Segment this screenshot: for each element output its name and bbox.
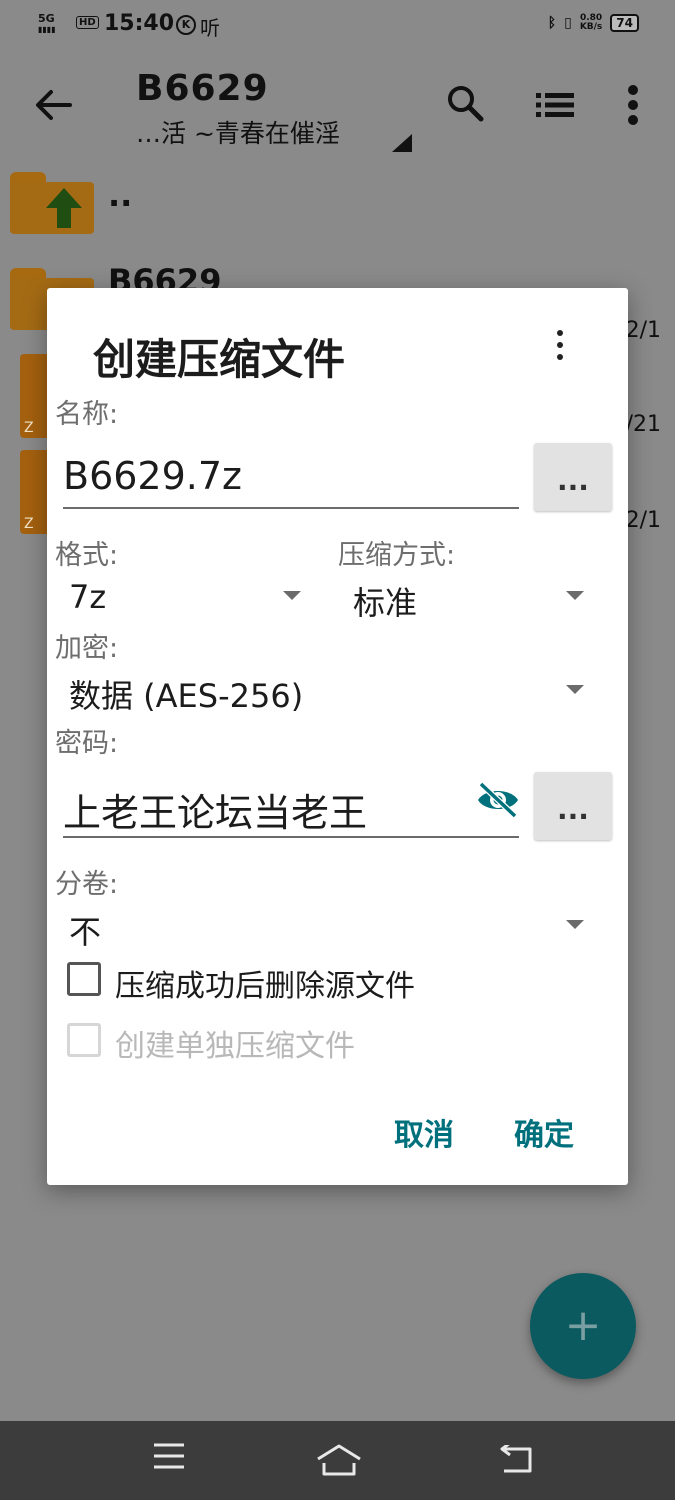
create-archive-dialog: 创建压缩文件 名称: B6629.7z ... 格式: 压缩方式: 7z 标准 … [47,288,628,1185]
delete-source-label[interactable]: 压缩成功后删除源文件 [115,961,415,1005]
app-title: B6629 [136,68,269,109]
k-badge-icon: K [176,15,196,35]
net-speed: 0.80 KB/s [579,13,603,32]
status-right: ᛒ ▯ 0.80 KB/s 74 [548,14,639,32]
parent-dir-label[interactable]: .. [108,176,132,214]
visibility-off-icon[interactable] [475,782,521,818]
bluetooth-icon: ᛒ [547,15,557,31]
method-label: 压缩方式: [338,540,456,571]
status-bar: 5G ▮▮▮▮ HD 15:40 K 听 ᛒ ▯ 0.80 KB/s 74 [0,0,675,54]
separate-archives-label[interactable]: 创建单独压缩文件 [115,1021,355,1065]
split-caret-icon[interactable] [566,920,584,929]
parent-folder-icon[interactable] [10,172,94,234]
encryption-caret-icon[interactable] [566,685,584,694]
app-bar: B6629 …活 ~青春在催淫 [0,54,675,158]
split-label: 分卷: [55,869,119,900]
app-subtitle[interactable]: …活 ~青春在催淫 [136,114,340,150]
listen-icon: 听 [200,16,220,40]
home-nav-icon[interactable] [316,1443,362,1477]
name-input[interactable]: B6629.7z [63,454,242,498]
cancel-button[interactable]: 取消 [394,1110,454,1154]
password-label: 密码: [55,728,119,759]
hd-badge: HD [76,16,99,29]
search-icon[interactable] [446,84,484,122]
password-input-underline [63,836,519,838]
delete-source-checkbox[interactable] [67,962,101,996]
menu-nav-icon[interactable] [152,1441,186,1471]
add-fab-button[interactable]: + [530,1273,636,1379]
clock: 15:40 [104,11,175,36]
file-date: 2/1 [625,508,661,533]
name-label: 名称: [55,399,119,430]
dialog-title: 创建压缩文件 [93,335,346,384]
encryption-select[interactable]: 数据 (AES-256) [69,671,303,717]
system-nav-bar [0,1421,675,1500]
ok-button[interactable]: 确定 [514,1110,574,1154]
encryption-label: 加密: [55,633,119,664]
name-input-underline [63,507,519,509]
more-vert-icon[interactable] [626,84,640,126]
file-date: 2/1 [625,318,661,343]
back-arrow-icon[interactable] [34,88,72,122]
file-date: /21 [625,412,661,437]
battery-icon: 74 [610,14,639,32]
format-label: 格式: [55,540,119,571]
list-view-icon[interactable] [536,92,574,118]
separate-archives-checkbox[interactable] [67,1023,101,1057]
format-caret-icon[interactable] [283,591,301,600]
format-select[interactable]: 7z [69,578,106,616]
password-input[interactable]: 上老王论坛当老王 [63,782,367,837]
password-more-button[interactable]: ... [534,772,612,840]
plus-icon: + [564,1300,602,1351]
browse-button[interactable]: ... [534,443,612,511]
method-caret-icon[interactable] [566,591,584,600]
back-nav-icon[interactable] [498,1445,534,1475]
vibrate-icon: ▯ [564,15,572,31]
dialog-more-vert-icon[interactable] [545,328,575,364]
subtitle-dropdown-icon[interactable] [392,134,412,152]
split-select[interactable]: 不 [69,907,101,953]
method-select[interactable]: 标准 [353,578,417,624]
signal-icon: 5G ▮▮▮▮ [38,12,56,34]
